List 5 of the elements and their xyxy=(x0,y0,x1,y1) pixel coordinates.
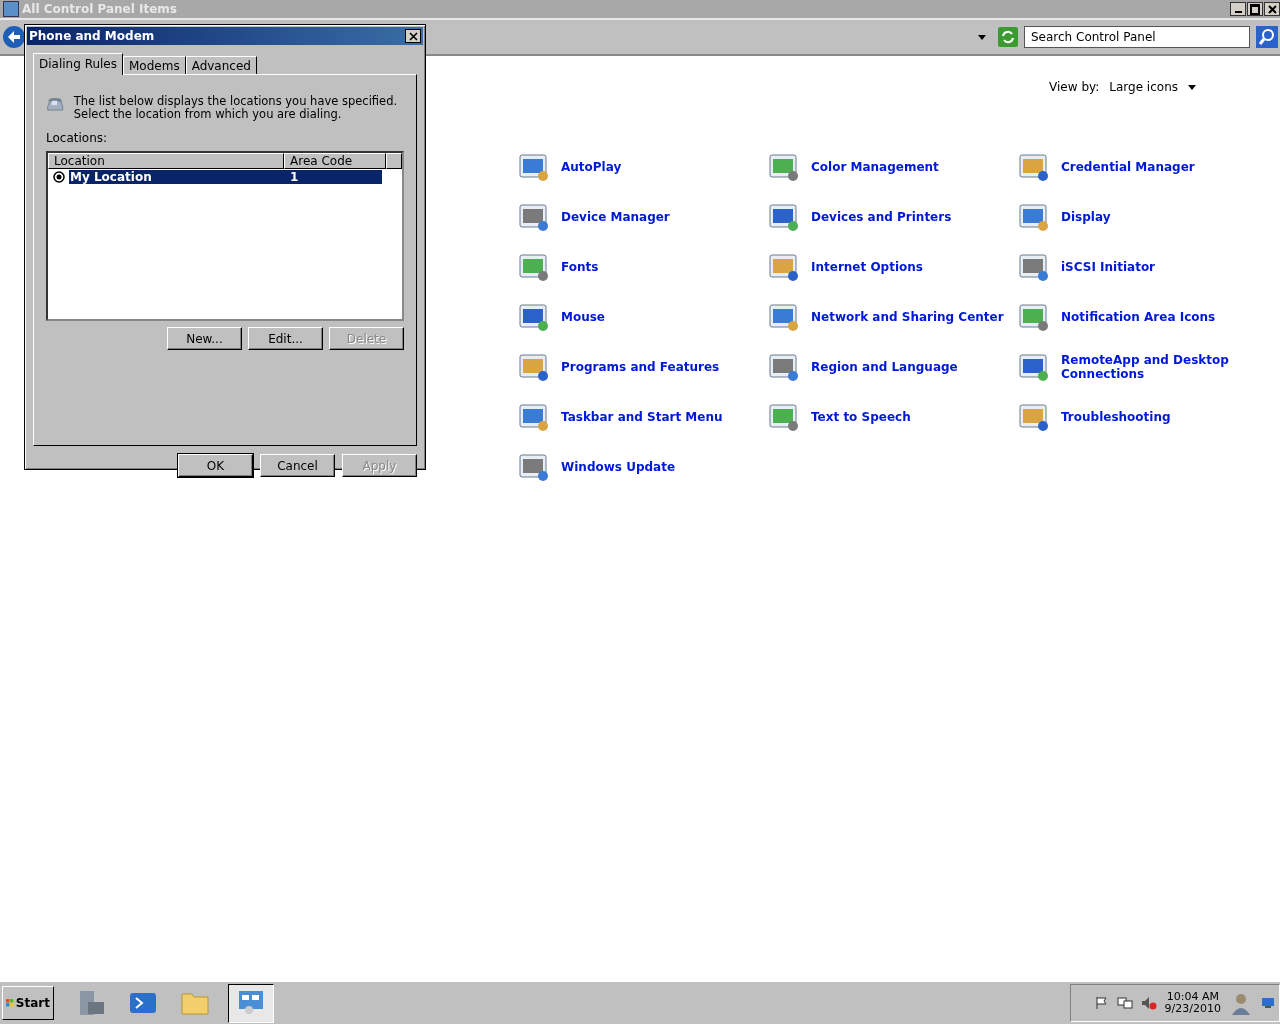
description-text: The list below displays the locations you have specified. Select the location from which you are dialing. xyxy=(73,95,399,121)
locations-label: Locations: xyxy=(46,131,109,145)
dialog-title: Phone and Modem xyxy=(29,29,155,43)
window-title: All Control Panel Items xyxy=(22,2,177,16)
view-by-label: View by: xyxy=(1049,80,1100,94)
